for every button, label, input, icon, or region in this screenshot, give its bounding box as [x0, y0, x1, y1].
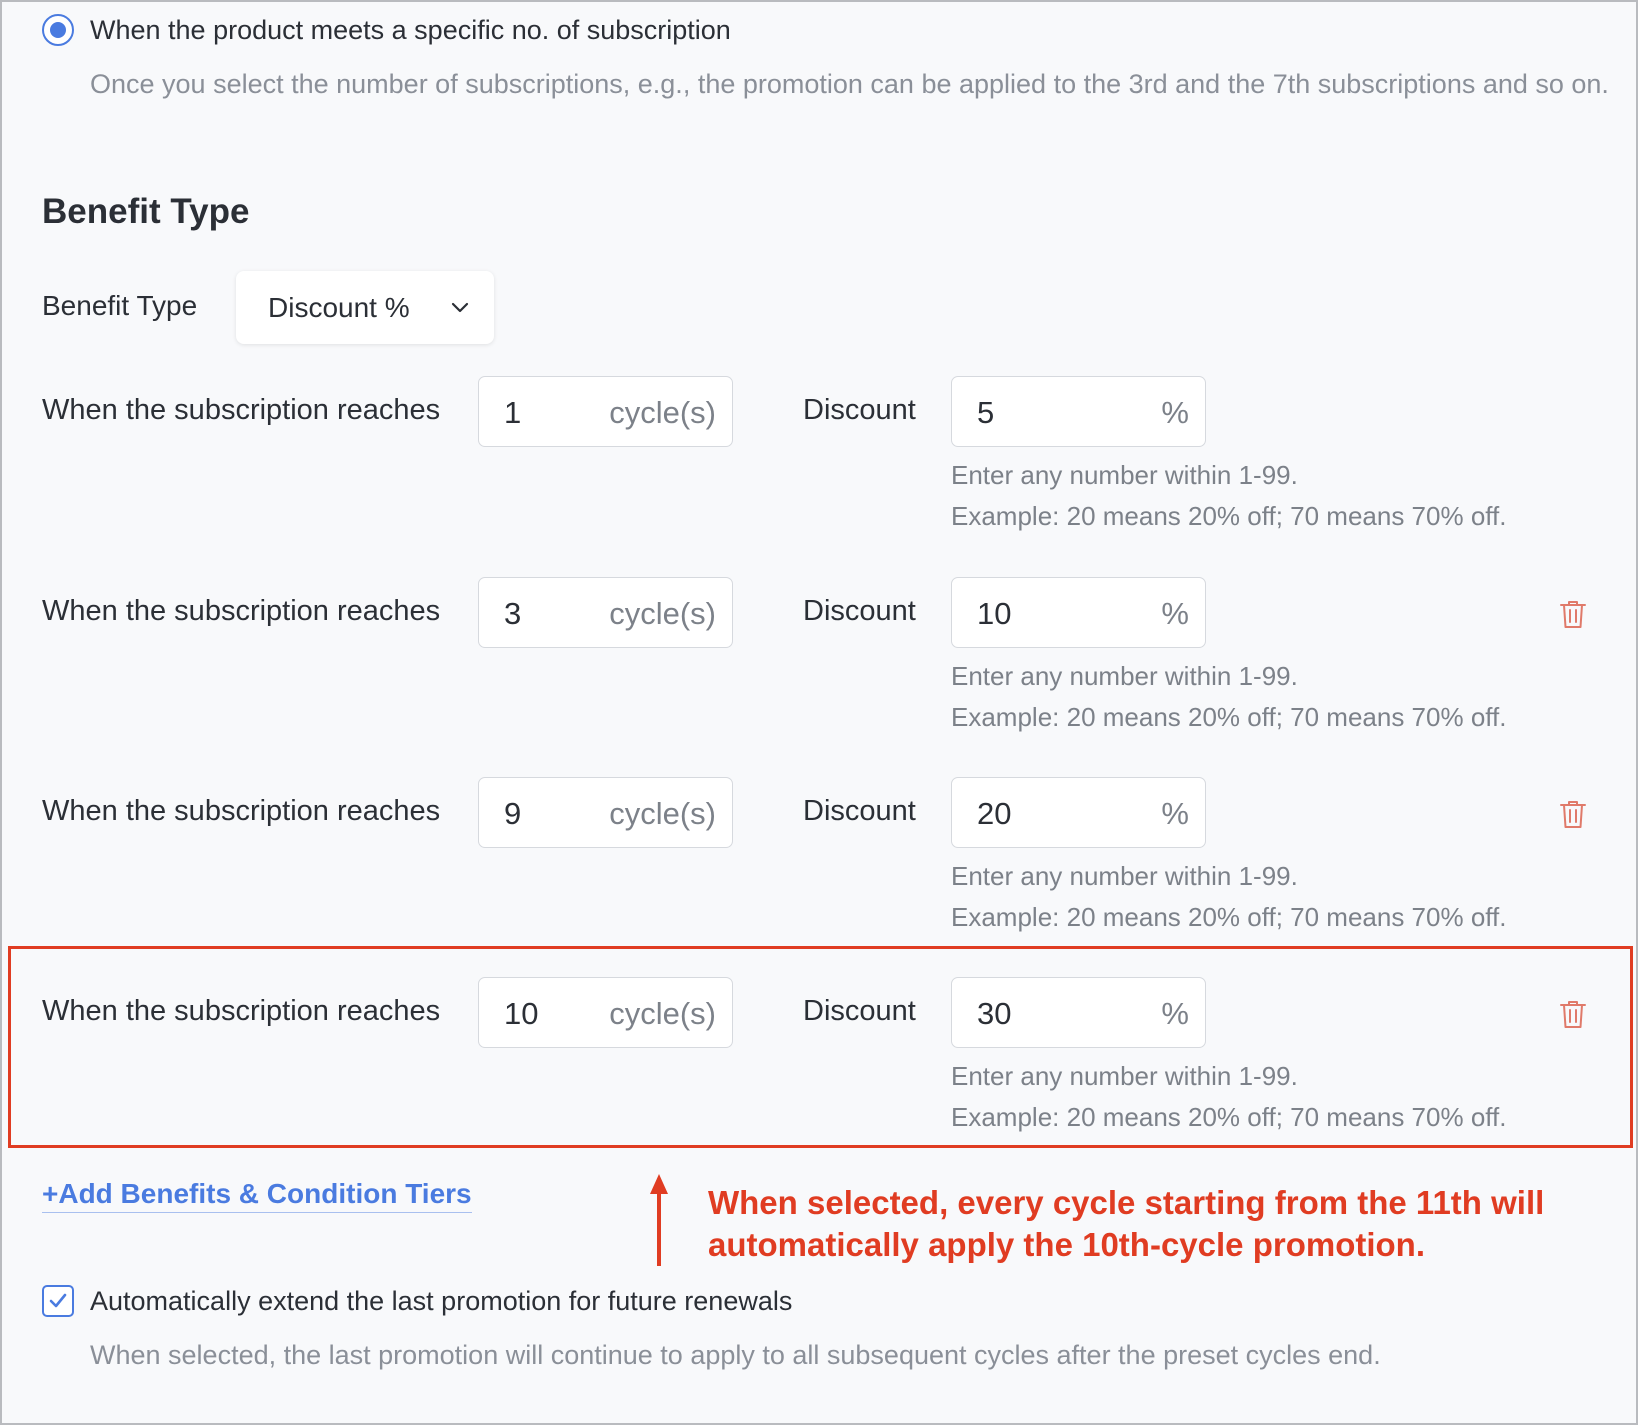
annotation-line: When selected, every cycle starting from… [708, 1184, 1545, 1221]
section-title: Benefit Type [42, 192, 250, 231]
chevron-down-icon [451, 302, 469, 313]
discount-label: Discount [803, 795, 916, 827]
hint-line: Example: 20 means 20% off; 70 means 70% … [951, 501, 1507, 531]
condition-tier: When the subscription reaches 9 cycle(s)… [0, 777, 1638, 967]
discount-label: Discount [803, 595, 916, 627]
trash-icon[interactable] [1558, 598, 1588, 630]
tier-condition-label: When the subscription reaches [42, 795, 441, 827]
add-tier-link[interactable]: +Add Benefits & Condition Tiers [42, 1178, 472, 1213]
benefit-type-select[interactable]: Discount % [236, 271, 494, 344]
up-arrow-icon [650, 1174, 668, 1266]
radio-description: Once you select the number of subscripti… [90, 69, 1609, 99]
cycle-unit-suffix: cycle(s) [609, 796, 716, 831]
highlight-box [8, 946, 1633, 1148]
tier-condition-label: When the subscription reaches [42, 595, 441, 627]
discount-value: 10 [977, 596, 1012, 631]
hint-line: Example: 20 means 20% off; 70 means 70% … [951, 902, 1507, 932]
discount-hint: Enter any number within 1-99. Example: 2… [951, 656, 1506, 738]
extend-promotion-option[interactable]: Automatically extend the last promotion … [42, 1285, 792, 1317]
condition-tier: When the subscription reaches 1 cycle(s)… [0, 376, 1638, 566]
hint-line: Enter any number within 1-99. [951, 460, 1298, 490]
discount-input[interactable]: 10 % [951, 577, 1206, 648]
discount-label: Discount [803, 394, 916, 426]
cycle-count-input[interactable]: 9 cycle(s) [478, 777, 733, 848]
discount-value: 5 [977, 395, 995, 430]
percent-suffix: % [1161, 395, 1189, 430]
discount-input[interactable]: 20 % [951, 777, 1206, 848]
specific-subscription-radio-option[interactable]: When the product meets a specific no. of… [42, 14, 731, 46]
radio-selected-dot [50, 22, 66, 38]
discount-hint: Enter any number within 1-99. Example: 2… [951, 856, 1506, 938]
extend-promotion-checkbox[interactable] [42, 1285, 74, 1317]
checkmark-icon [49, 1293, 67, 1308]
percent-suffix: % [1161, 796, 1189, 831]
cycle-count-input[interactable]: 3 cycle(s) [478, 577, 733, 648]
cycle-count-value: 1 [504, 395, 522, 430]
extend-promotion-description: When selected, the last promotion will c… [90, 1340, 1381, 1370]
condition-tier: When the subscription reaches 3 cycle(s)… [0, 577, 1638, 767]
cycle-unit-suffix: cycle(s) [609, 395, 716, 430]
cycle-count-input[interactable]: 1 cycle(s) [478, 376, 733, 447]
benefit-type-label: Benefit Type [42, 290, 198, 321]
extend-promotion-label: Automatically extend the last promotion … [90, 1285, 793, 1316]
trash-icon[interactable] [1558, 798, 1588, 830]
discount-value: 20 [977, 796, 1012, 831]
hint-line: Enter any number within 1-99. [951, 661, 1298, 691]
discount-hint: Enter any number within 1-99. Example: 2… [951, 455, 1506, 537]
hint-line: Enter any number within 1-99. [951, 861, 1298, 891]
cycle-count-value: 9 [504, 796, 522, 831]
radio-label: When the product meets a specific no. of… [90, 14, 731, 45]
hint-line: Example: 20 means 20% off; 70 means 70% … [951, 702, 1507, 732]
cycle-unit-suffix: cycle(s) [609, 596, 716, 631]
radio-button[interactable] [42, 14, 74, 46]
annotation-line: automatically apply the 10th-cycle promo… [708, 1226, 1425, 1263]
benefit-type-selected-value: Discount % [268, 291, 410, 323]
annotation-callout: When selected, every cycle starting from… [708, 1182, 1608, 1266]
percent-suffix: % [1161, 596, 1189, 631]
discount-input[interactable]: 5 % [951, 376, 1206, 447]
tier-condition-label: When the subscription reaches [42, 394, 441, 426]
cycle-count-value: 3 [504, 596, 522, 631]
